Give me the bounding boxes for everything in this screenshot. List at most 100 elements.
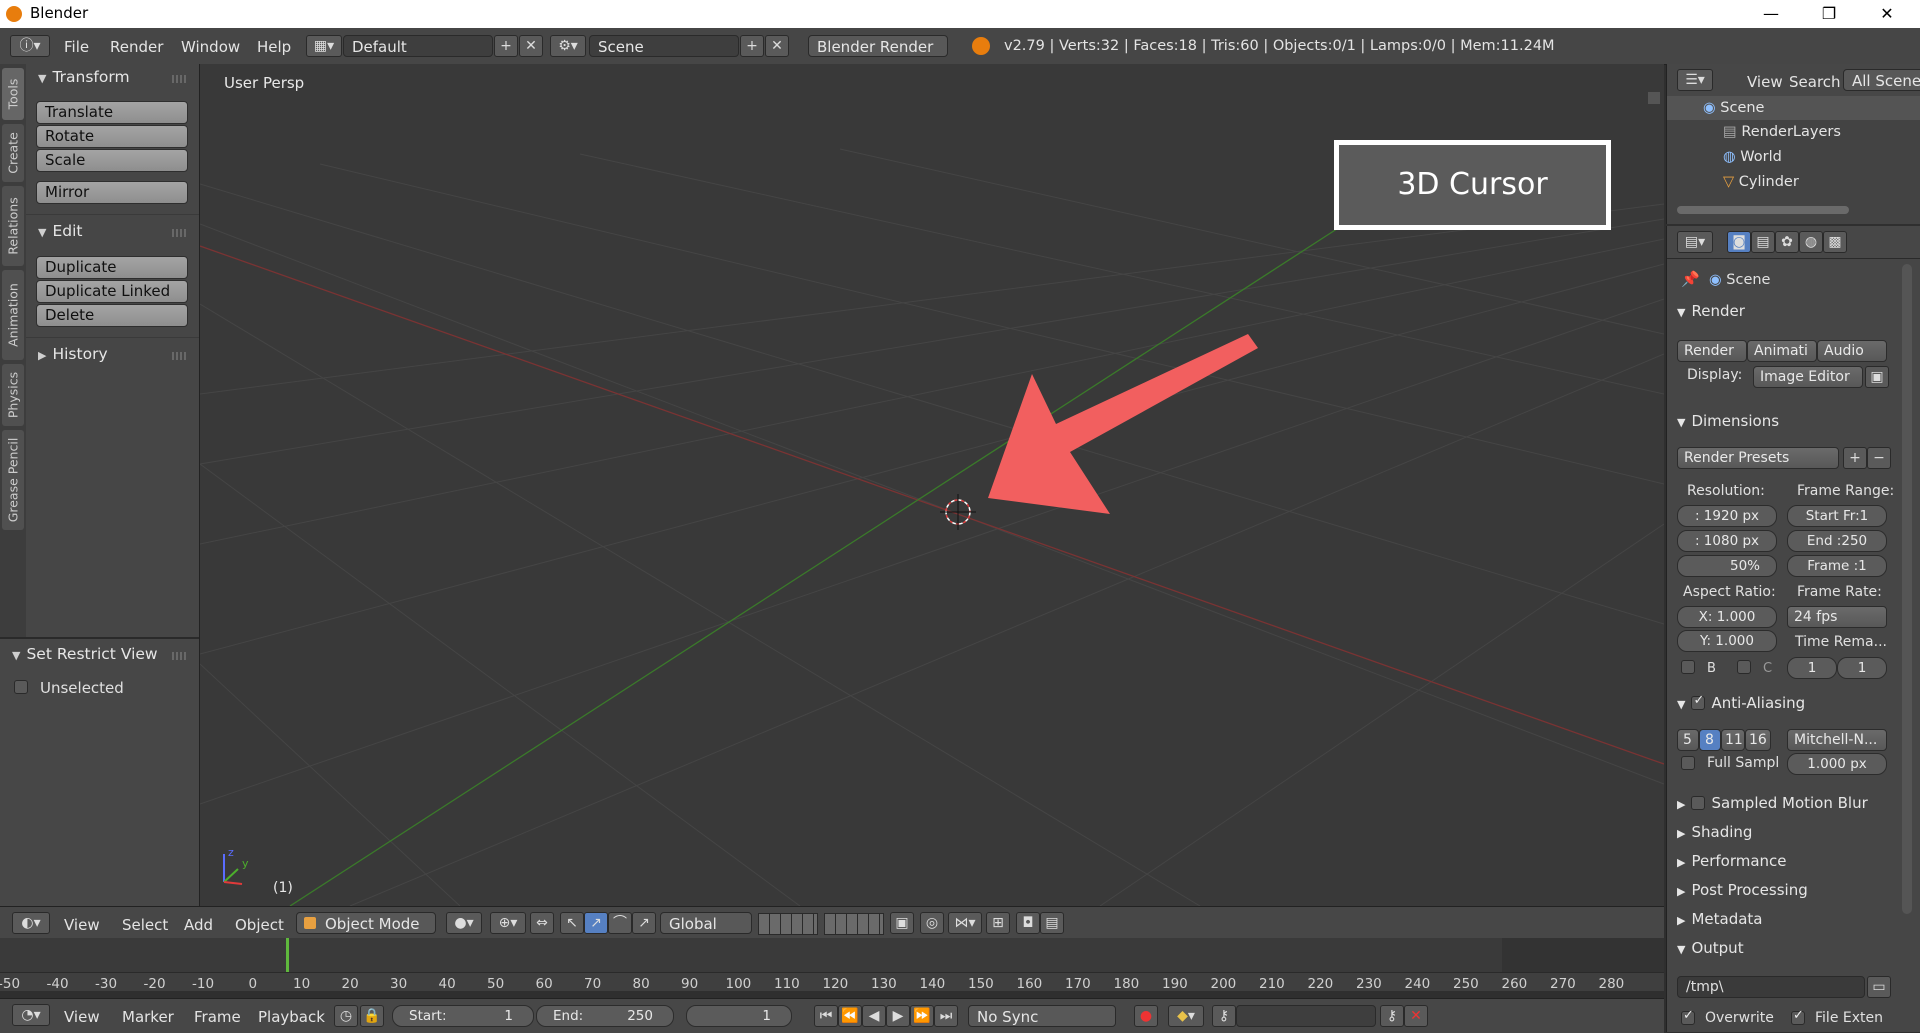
panel-render-header[interactable]: ▼ Render (1677, 302, 1745, 320)
menu-render[interactable]: Render (110, 38, 163, 56)
editor-type-timeline-icon[interactable]: ◔▾ (12, 1004, 50, 1026)
screen-layout-field[interactable]: Default (343, 35, 493, 57)
aa-samples-11[interactable]: 11 (1721, 729, 1745, 751)
screen-layout-icon[interactable]: ▦▾ (306, 35, 342, 57)
scale-button[interactable]: Scale (36, 149, 188, 172)
menu-view[interactable]: View (64, 916, 100, 934)
full-sample-checkbox[interactable] (1681, 756, 1695, 770)
layers-grid-2[interactable] (824, 913, 884, 935)
editor-type-outliner-icon[interactable]: ☰▾ (1677, 69, 1713, 91)
panel-grip-icon[interactable] (172, 75, 188, 83)
outliner-filter-select[interactable]: All Scenes (1843, 69, 1920, 91)
minimize-button[interactable]: — (1748, 2, 1794, 26)
anti-aliasing-checkbox[interactable] (1691, 693, 1706, 710)
next-keyframe-icon[interactable]: ⏩ (910, 1005, 934, 1027)
add-scene-icon[interactable]: + (740, 35, 764, 57)
world-context-icon[interactable]: ◍ (1799, 231, 1823, 253)
mirror-button[interactable]: Mirror (36, 181, 188, 204)
editor-type-properties-icon[interactable]: ▤▾ (1677, 231, 1713, 253)
aa-samples-16[interactable]: 16 (1745, 729, 1771, 751)
panel-metadata-header[interactable]: ▶ Metadata (1677, 910, 1763, 928)
resolution-x-field[interactable]: : 1920 px (1677, 505, 1777, 527)
tab-animation[interactable]: Animation (2, 270, 24, 360)
snap-element-icon[interactable]: ⋈▾ (948, 912, 982, 934)
rotate-manipulator-icon[interactable]: ↗ (584, 912, 608, 934)
render-context-icon[interactable]: ◙ (1727, 231, 1751, 253)
remove-layout-icon[interactable]: ✕ (519, 35, 543, 57)
file-extension-checkbox[interactable] (1791, 1008, 1805, 1025)
frame-rate-select[interactable]: 24 fps (1787, 606, 1887, 628)
time-remap-new-field[interactable]: 1 (1837, 657, 1887, 679)
current-frame-field[interactable]: 1 (686, 1005, 792, 1027)
output-path-field[interactable]: /tmp\ (1677, 976, 1865, 998)
play-reverse-icon[interactable]: ◀ (862, 1005, 886, 1027)
pin-icon[interactable]: 📌 (1681, 270, 1700, 288)
layer-lock-icon[interactable]: ▣ (890, 912, 914, 934)
prev-keyframe-icon[interactable]: ⏪ (838, 1005, 862, 1027)
tab-relations[interactable]: Relations (2, 186, 24, 266)
keying-set-icon[interactable]: ◆▾ (1168, 1005, 1204, 1027)
tab-physics[interactable]: Physics (2, 364, 24, 426)
menu-frame[interactable]: Frame (194, 1008, 241, 1026)
tab-grease-pencil[interactable]: Grease Pencil (2, 430, 24, 530)
resolution-y-field[interactable]: : 1080 px (1677, 530, 1777, 552)
outliner-item-cylinder[interactable]: ▽ Cylinder (1723, 174, 1799, 190)
keyframe-delete-icon[interactable]: ✕ (1404, 1005, 1428, 1027)
aa-filter-size-field[interactable]: 1.000 px (1787, 753, 1887, 775)
insert-keyframe-icon[interactable]: ⚷ (1212, 1005, 1236, 1027)
viewport-corner-icon[interactable] (1648, 92, 1660, 104)
auto-keying-icon[interactable]: ● (1134, 1005, 1158, 1027)
duplicate-linked-button[interactable]: Duplicate Linked (36, 280, 188, 303)
end-frame-field[interactable]: End :250 (1787, 530, 1887, 552)
active-keying-set-field[interactable] (1236, 1005, 1376, 1027)
panel-grip-icon[interactable] (172, 229, 188, 237)
panel-shading-header[interactable]: ▶ Shading (1677, 823, 1752, 841)
menu-playback[interactable]: Playback (258, 1008, 325, 1026)
close-button[interactable]: ✕ (1864, 2, 1910, 26)
manipulator-toggle-icon[interactable]: ⇔ (530, 912, 554, 934)
outliner-item-renderlayers[interactable]: ▤ RenderLayers (1723, 124, 1841, 140)
properties-scrollbar[interactable] (1902, 264, 1912, 914)
tab-tools[interactable]: Tools (2, 68, 24, 120)
menu-view[interactable]: View (64, 1008, 100, 1026)
timeline-area[interactable]: -50 -40 -30 -20 -10 0 10 20 30 40 50 60 70 80 90 100 110… (0, 938, 1664, 992)
render-engine-select[interactable]: Blender Render (808, 35, 948, 57)
outliner-scrollbar[interactable] (1677, 206, 1849, 214)
panel-dimensions-header[interactable]: ▼ Dimensions (1677, 412, 1779, 430)
aspect-x-field[interactable]: X: 1.000 (1677, 606, 1777, 628)
render-audio-button[interactable]: Audio (1817, 340, 1887, 362)
remove-preset-icon[interactable]: − (1867, 447, 1891, 469)
scale-manipulator-icon[interactable]: ⌒ (608, 912, 632, 934)
opengl-render-icon[interactable]: ◘ (1016, 912, 1040, 934)
lock-range-icon[interactable]: 🔒 (360, 1005, 384, 1027)
time-remap-old-field[interactable]: 1 (1787, 657, 1837, 679)
panel-motion-blur-header[interactable]: ▶ Sampled Motion Blur (1677, 794, 1868, 812)
panel-anti-aliasing-header[interactable]: ▼Anti-Aliasing (1677, 693, 1805, 712)
resolution-percentage-field[interactable]: 50% (1677, 555, 1777, 577)
render-animation-button[interactable]: Animati (1747, 340, 1817, 362)
preview-range-icon[interactable]: ◷ (334, 1005, 358, 1027)
opengl-anim-icon[interactable]: ▤ (1040, 912, 1064, 934)
current-frame-marker[interactable] (286, 938, 289, 974)
transform-orientation-select[interactable]: Global (660, 912, 752, 934)
tab-create[interactable]: Create (2, 124, 24, 182)
proportional-edit-icon[interactable]: ◎ (920, 912, 944, 934)
panel-grip-icon[interactable] (172, 652, 188, 660)
panel-performance-header[interactable]: ▶ Performance (1677, 852, 1787, 870)
end-frame-field[interactable]: End: 250 (536, 1005, 674, 1027)
menu-file[interactable]: File (64, 38, 89, 56)
scene-field[interactable]: Scene (589, 35, 739, 57)
texture-context-icon[interactable]: ▩ (1823, 231, 1847, 253)
panel-history-header[interactable]: ▶ History (38, 345, 108, 363)
border-checkbox[interactable] (1681, 660, 1695, 674)
scene-selector-icon[interactable]: ⚙▾ (550, 35, 586, 57)
aa-filter-select[interactable]: Mitchell-N... (1787, 729, 1887, 751)
jump-start-icon[interactable]: ⏮ (814, 1005, 838, 1027)
add-layout-icon[interactable]: + (494, 35, 518, 57)
manipulator-extra-icon[interactable]: ↗ (632, 912, 656, 934)
add-preset-icon[interactable]: + (1843, 447, 1867, 469)
render-layers-context-icon[interactable]: ▤ (1751, 231, 1775, 253)
panel-post-processing-header[interactable]: ▶ Post Processing (1677, 881, 1808, 899)
unselected-checkbox[interactable] (14, 680, 28, 694)
display-select[interactable]: Image Editor (1753, 366, 1863, 388)
